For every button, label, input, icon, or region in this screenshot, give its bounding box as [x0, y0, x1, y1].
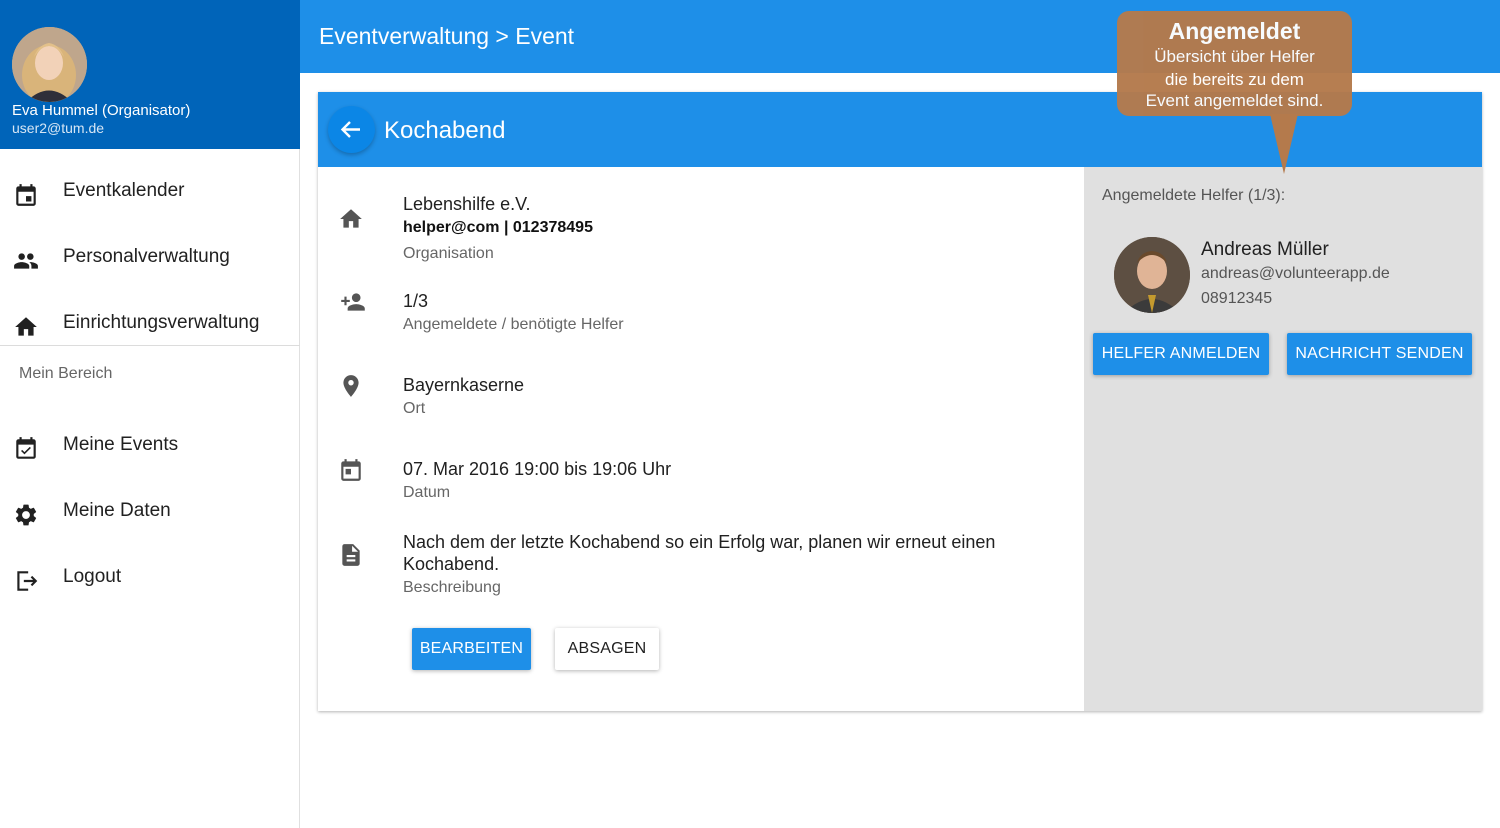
nav-label: Meine Events: [63, 434, 179, 455]
event-card: Kochabend Lebenshilfe e.V. helper@com | …: [318, 92, 1482, 711]
edit-button[interactable]: BEARBEITEN: [412, 628, 531, 670]
date-value: 07. Mar 2016 19:00 bis 19:06 Uhr: [403, 459, 672, 479]
helpers-label: Angemeldete / benötigte Helfer: [403, 316, 624, 333]
document-icon: [342, 544, 360, 566]
location-pin-icon: [343, 375, 359, 397]
helpers-count: 1/3: [403, 291, 429, 311]
nav-label: Meine Daten: [63, 500, 171, 521]
annotation-line: die bereits zu dem: [1165, 70, 1304, 89]
nav-label: Eventkalender: [63, 180, 185, 201]
annotation-line: Übersicht über Helfer: [1154, 47, 1315, 66]
nav-item-logout[interactable]: Logout: [0, 544, 300, 604]
person-add-icon: [341, 293, 365, 311]
home-icon: [15, 317, 37, 336]
back-button[interactable]: [328, 106, 375, 153]
nav-item-eventkalender[interactable]: Eventkalender: [0, 158, 300, 218]
calendar-icon: [16, 184, 36, 206]
event-title: Kochabend: [384, 117, 506, 144]
nav-item-einrichtungsverwaltung[interactable]: Einrichtungsverwaltung: [0, 290, 300, 350]
divider: [0, 345, 300, 346]
profile-name: Eva Hummel (Organisator): [12, 102, 191, 119]
avatar: [1114, 237, 1190, 313]
people-icon: [14, 253, 38, 269]
avatar: [12, 27, 87, 102]
nav-label: Personalverwaltung: [63, 246, 230, 267]
register-helper-button[interactable]: HELFER ANMELDEN: [1093, 333, 1269, 375]
organisation-name: Lebenshilfe e.V.: [403, 194, 531, 214]
arrow-back-icon: [340, 121, 360, 138]
organisation-contact: helper@com | 012378495: [403, 219, 593, 236]
nav-item-meine-events[interactable]: Meine Events: [0, 412, 300, 472]
helper-phone: 08912345: [1201, 290, 1273, 307]
organisation-label: Organisation: [403, 245, 494, 262]
annotation-title: Angemeldet: [1168, 18, 1301, 44]
nav-label: Logout: [63, 566, 122, 587]
location-value: Bayernkaserne: [403, 375, 525, 395]
section-label: Mein Bereich: [19, 365, 113, 382]
nav-label: Einrichtungsverwaltung: [63, 312, 260, 333]
helper-panel: Angemeldete Helfer (1/3): Andreas Müller…: [1084, 167, 1482, 711]
calendar-check-icon: [16, 437, 36, 459]
home-icon: [340, 209, 362, 228]
annotation-line: Event angemeldet sind.: [1145, 91, 1324, 110]
sidebar: Eva Hummel (Organisator) user2@tum.de Ev…: [0, 0, 300, 828]
send-message-button[interactable]: NACHRICHT SENDEN: [1287, 333, 1472, 375]
profile-header: Eva Hummel (Organisator) user2@tum.de: [0, 0, 300, 149]
description-line-1: Nach dem der letzte Kochabend so ein Erf…: [403, 532, 996, 552]
helper-panel-title: Angemeldete Helfer (1/3):: [1102, 187, 1286, 204]
helper-name: Andreas Müller: [1201, 239, 1329, 260]
nav-item-personalverwaltung[interactable]: Personalverwaltung: [0, 224, 300, 284]
breadcrumb: Eventverwaltung > Event: [319, 23, 575, 49]
calendar-icon: [341, 459, 361, 481]
helper-email: andreas@volunteerapp.de: [1201, 265, 1390, 282]
description-line-2: Kochabend.: [403, 554, 500, 574]
cancel-event-button[interactable]: ABSAGEN: [555, 628, 659, 670]
profile-email: user2@tum.de: [12, 120, 105, 136]
logout-icon: [17, 571, 38, 591]
description-label: Beschreibung: [403, 579, 501, 596]
date-label: Datum: [403, 484, 451, 501]
annotation-arrow: [1270, 114, 1298, 174]
gear-icon: [15, 504, 37, 526]
location-label: Ort: [403, 400, 426, 417]
annotation-callout: Angemeldet Übersicht über Helfer die ber…: [1117, 11, 1352, 116]
nav-item-meine-daten[interactable]: Meine Daten: [0, 478, 300, 538]
